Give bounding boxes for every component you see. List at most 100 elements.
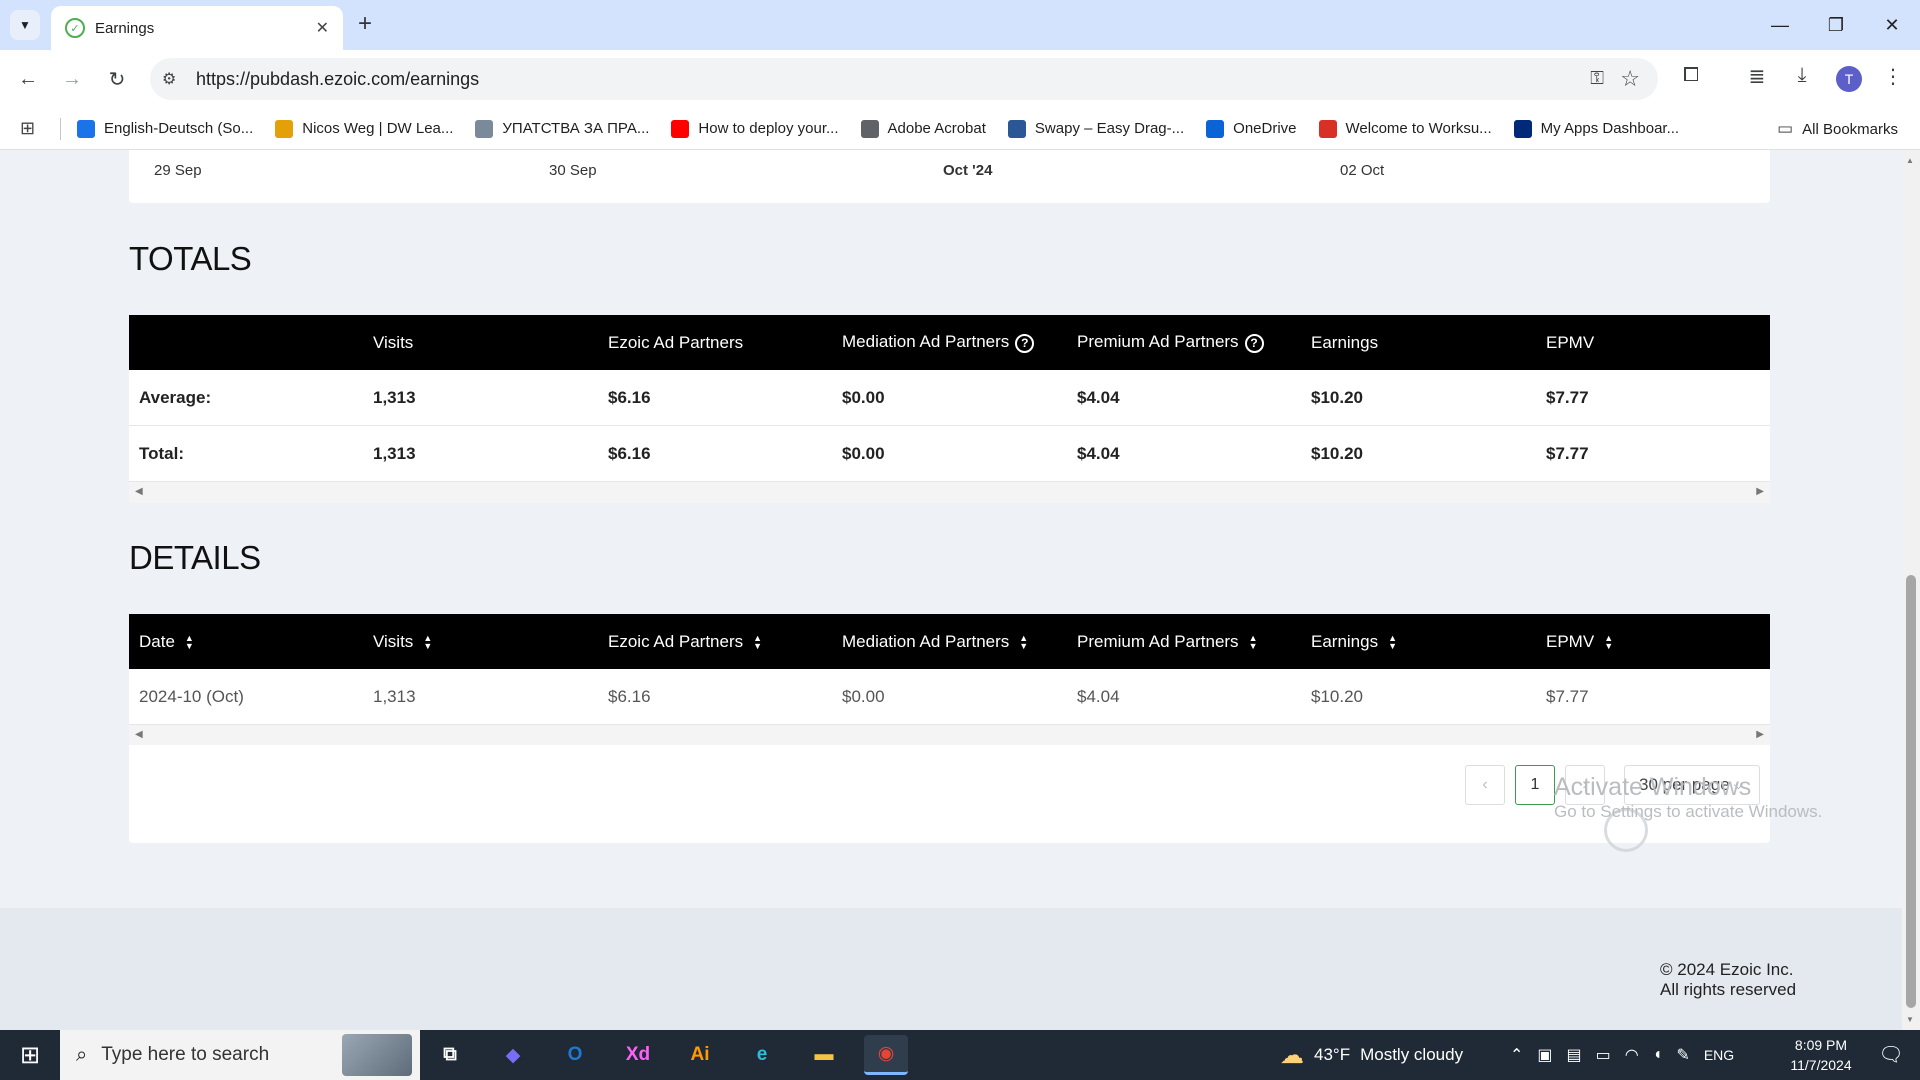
okta-icon	[1513, 119, 1532, 138]
table-row: 2024-10 (Oct) 1,313 $6.16 $0.00 $4.04 $1…	[129, 669, 1770, 725]
scroll-left-icon[interactable]: ◀	[135, 729, 143, 740]
sort-header-ezoic[interactable]: Ezoic Ad Partners ▲ ▼	[608, 632, 762, 652]
scroll-right-icon[interactable]: ▶	[1756, 486, 1764, 497]
sort-header-epmv[interactable]: EPMV ▲ ▼	[1546, 632, 1613, 652]
pen-icon[interactable]: ✎	[1676, 1045, 1689, 1065]
bookmark-item[interactable]: My Apps Dashboar...	[1513, 119, 1679, 138]
scroll-right-icon[interactable]: ▶	[1756, 729, 1764, 740]
sort-header-label: Ezoic Ad Partners	[608, 631, 744, 651]
profile-avatar[interactable]: T	[1836, 66, 1862, 92]
sort-header-mediation[interactable]: Mediation Ad Partners ▲ ▼	[842, 632, 1028, 652]
new-tab-button[interactable]: +	[352, 12, 378, 38]
adobe-illustrator-taskbar-icon[interactable]: Ai	[678, 1035, 722, 1075]
address-bar[interactable]: ⚙ https://pubdash.ezoic.com/earnings ⚿ ☆	[150, 58, 1658, 100]
sort-header-date[interactable]: Date ▲ ▼	[139, 632, 194, 652]
bookmark-item[interactable]: УПАТСТВА ЗА ПРА...	[475, 119, 649, 138]
meet-now-icon[interactable]: ▤	[1567, 1045, 1582, 1065]
task-view-taskbar-icon[interactable]: ⧉	[428, 1035, 472, 1075]
tab-close-icon[interactable]: ✕	[316, 18, 329, 38]
notifications-icon[interactable]: 🗨	[1866, 1042, 1916, 1067]
close-window-button[interactable]: ✕	[1864, 0, 1920, 50]
forward-button[interactable]: →	[57, 64, 87, 94]
scroll-up-icon[interactable]: ▲	[1906, 156, 1914, 165]
extensions-icon[interactable]: ⧠	[1676, 64, 1706, 87]
totals-horizontal-scrollbar[interactable]: ◀ ▶	[129, 482, 1770, 503]
bookmark-item[interactable]: English-Deutsch (So...	[77, 119, 253, 138]
apps-grid-icon[interactable]: ⊞	[20, 118, 46, 139]
taskbar-search[interactable]: ⌕ Type here to search	[60, 1030, 420, 1080]
scroll-left-icon[interactable]: ◀	[135, 486, 143, 497]
start-button[interactable]: ⊞	[0, 1030, 60, 1080]
bookmark-item[interactable]: Nicos Weg | DW Lea...	[275, 119, 453, 138]
edge-taskbar-icon[interactable]: e	[740, 1035, 784, 1075]
bookmark-item[interactable]: Adobe Acrobat	[860, 119, 986, 138]
copilot-taskbar-icon[interactable]: ◆	[491, 1035, 535, 1075]
all-bookmarks-button[interactable]: ▭ All Bookmarks	[1777, 119, 1898, 139]
bookmark-item[interactable]: OneDrive	[1206, 119, 1297, 138]
weather-text: Mostly cloudy	[1360, 1045, 1464, 1064]
bookmark-item[interactable]: How to deploy your...	[671, 119, 839, 138]
media-controls-icon[interactable]: ≣	[1742, 64, 1772, 89]
chrome-taskbar-icon[interactable]: ◉	[864, 1035, 908, 1075]
pagination: ‹ 1 › 30 per page ⌵	[129, 745, 1770, 843]
table-cell: $7.77	[1546, 443, 1589, 463]
bookmark-label: Welcome to Worksu...	[1345, 120, 1492, 137]
sort-header-premium[interactable]: Premium Ad Partners ▲ ▼	[1077, 632, 1257, 652]
sort-header-earnings[interactable]: Earnings ▲ ▼	[1311, 632, 1397, 652]
search-highlight-image	[342, 1034, 412, 1076]
table-cell: $0.00	[842, 443, 885, 463]
plane-icon	[475, 119, 494, 138]
help-icon[interactable]: ?	[1015, 333, 1035, 353]
back-button[interactable]: ←	[13, 64, 43, 94]
chart-x-tick: 29 Sep	[154, 162, 202, 179]
table-cell: $7.77	[1546, 686, 1589, 706]
bookmark-item[interactable]: Welcome to Worksu...	[1318, 119, 1492, 138]
more-menu-icon[interactable]: ⋮	[1878, 64, 1908, 89]
restore-button[interactable]: ❐	[1808, 0, 1864, 50]
language-indicator[interactable]: ENG	[1704, 1047, 1734, 1063]
chevron-up-icon[interactable]: ⌃	[1510, 1045, 1523, 1065]
details-horizontal-scrollbar[interactable]: ◀ ▶	[129, 725, 1770, 746]
taskbar-clock[interactable]: 8:09 PM 11/7/2024	[1776, 1035, 1866, 1075]
weather-widget[interactable]: ☁ 43°F Mostly cloudy	[1280, 1030, 1463, 1080]
minimize-button[interactable]: —	[1752, 0, 1808, 50]
reload-button[interactable]: ↻	[102, 64, 132, 94]
sort-header-visits[interactable]: Visits ▲ ▼	[373, 632, 432, 652]
download-icon[interactable]: ⤓	[1787, 64, 1817, 87]
outlook-taskbar-icon[interactable]: O	[553, 1035, 597, 1075]
totals-title: TOTALS	[129, 240, 252, 277]
page-scrollbar[interactable]: ▲ ▼	[1902, 150, 1920, 1030]
password-key-icon[interactable]: ⚿	[1590, 68, 1604, 89]
volume-icon[interactable]: ◖	[1653, 1046, 1663, 1064]
file-explorer-taskbar-icon[interactable]: ▬	[802, 1035, 846, 1075]
windows-taskbar: ⊞ ⌕ Type here to search ⧉ ◆ O Xd Ai e ▬ ◉ ☁ 43°…	[0, 1030, 1920, 1080]
details-title: DETAILS	[129, 539, 261, 576]
tab-earnings[interactable]: ✓ Earnings ✕	[51, 6, 343, 50]
table-cell: 1,313	[373, 443, 416, 463]
network-status-icon[interactable]: ▣	[1537, 1045, 1552, 1065]
rights-text: All rights reserved	[1660, 980, 1797, 999]
bookmark-star-icon[interactable]: ☆	[1620, 66, 1640, 92]
sort-header-label: Premium Ad Partners	[1077, 631, 1239, 651]
totals-header-premium-label: Premium Ad Partners	[1077, 332, 1239, 352]
scroll-down-icon[interactable]: ▼	[1906, 1015, 1914, 1024]
scrollbar-thumb[interactable]	[1906, 575, 1916, 1008]
all-bookmarks-label: All Bookmarks	[1802, 120, 1898, 138]
prev-page-button[interactable]: ‹	[1465, 765, 1505, 805]
windows-logo-icon: ⊞	[19, 1041, 41, 1069]
page-1-button[interactable]: 1	[1515, 765, 1555, 805]
dw-icon	[275, 119, 294, 138]
totals-header-mediation-label: Mediation Ad Partners	[842, 332, 1010, 352]
site-settings-icon[interactable]: ⚙	[162, 69, 176, 89]
bookmarks-list: English-Deutsch (So... Nicos Weg | DW Lea…	[77, 119, 1701, 138]
totals-header-premium: Premium Ad Partners?	[1077, 332, 1264, 353]
wifi-icon[interactable]: ◠	[1625, 1045, 1639, 1065]
sort-header-label: Earnings	[1311, 631, 1379, 651]
totals-header-mediation: Mediation Ad Partners?	[842, 332, 1035, 353]
help-icon[interactable]: ?	[1244, 333, 1264, 353]
bookmark-item[interactable]: Swapy – Easy Drag-...	[1007, 119, 1184, 138]
url-text[interactable]: https://pubdash.ezoic.com/earnings	[196, 69, 479, 90]
tab-search-button[interactable]: ▼	[10, 10, 40, 40]
adobe-xd-taskbar-icon[interactable]: Xd	[616, 1035, 660, 1075]
battery-icon[interactable]: ▭	[1596, 1045, 1611, 1065]
